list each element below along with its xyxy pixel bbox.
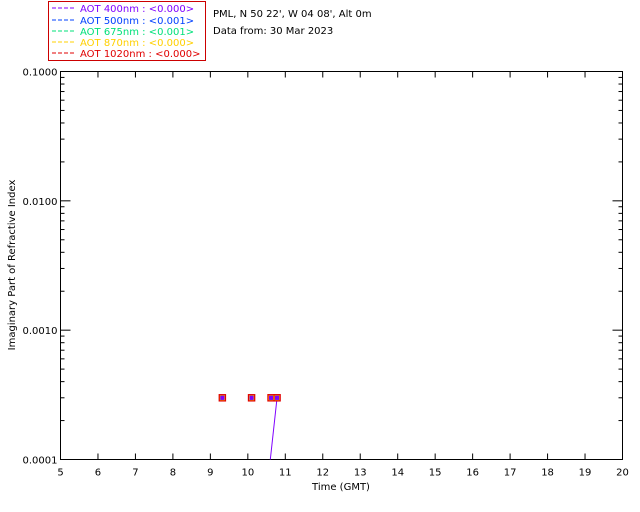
x-tick-label: 17 xyxy=(504,468,517,479)
y-tick-label: 0.0001 xyxy=(23,456,58,467)
site-info: PML, N 50 22', W 04 08', Alt 0m xyxy=(213,9,372,20)
x-tick-label: 18 xyxy=(541,468,554,479)
x-tick-label: 8 xyxy=(170,468,176,479)
x-tick-label: 19 xyxy=(579,468,592,479)
y-tick-label: 0.1000 xyxy=(23,68,58,79)
x-tick-label: 6 xyxy=(95,468,101,479)
legend-label-1: AOT 400nm : <0.000> xyxy=(80,4,194,15)
plot-frame xyxy=(60,71,623,460)
x-tick-label: 12 xyxy=(316,468,329,479)
plot-data xyxy=(218,394,281,460)
y-axis-label: Imaginary Part of Refractive Index xyxy=(7,180,18,351)
legend-label-2: AOT 500nm : <0.001> xyxy=(80,16,194,27)
data-point xyxy=(220,395,225,400)
x-tick-label: 13 xyxy=(354,468,367,479)
data-point xyxy=(269,395,274,400)
x-tick-label: 10 xyxy=(241,468,254,479)
legend-label-5: AOT 1020nm : <0.000> xyxy=(80,49,200,60)
x-tick-label: 5 xyxy=(57,468,63,479)
x-tick-label: 20 xyxy=(616,468,629,479)
y-tick-label: 0.0100 xyxy=(23,197,58,208)
data-point xyxy=(249,395,254,400)
legend-label-3: AOT 675nm : <0.001> xyxy=(80,27,194,38)
x-tick-label: 16 xyxy=(466,468,479,479)
y-axis: 0.0001 0.0010 0.0100 0.1000 xyxy=(23,68,623,467)
x-tick-label: 9 xyxy=(207,468,213,479)
legend-label-4: AOT 870nm : <0.000> xyxy=(80,38,194,49)
data-point xyxy=(275,395,280,400)
x-tick-label: 14 xyxy=(391,468,404,479)
x-axis-label: Time (GMT) xyxy=(311,482,370,493)
x-tick-label: 11 xyxy=(279,468,292,479)
chart-figure: AOT 400nm : <0.000> AOT 500nm : <0.001> … xyxy=(7,1,629,493)
date-info: Data from: 30 Mar 2023 xyxy=(213,26,333,37)
legend: AOT 400nm : <0.000> AOT 500nm : <0.001> … xyxy=(48,1,206,61)
x-tick-label: 7 xyxy=(132,468,138,479)
series-line-400nm xyxy=(269,397,278,460)
x-tick-label: 15 xyxy=(429,468,442,479)
y-tick-label: 0.0010 xyxy=(23,326,58,337)
x-axis: 5 6 7 8 9 10 11 12 13 14 15 16 17 18 19 20 xyxy=(57,71,629,479)
